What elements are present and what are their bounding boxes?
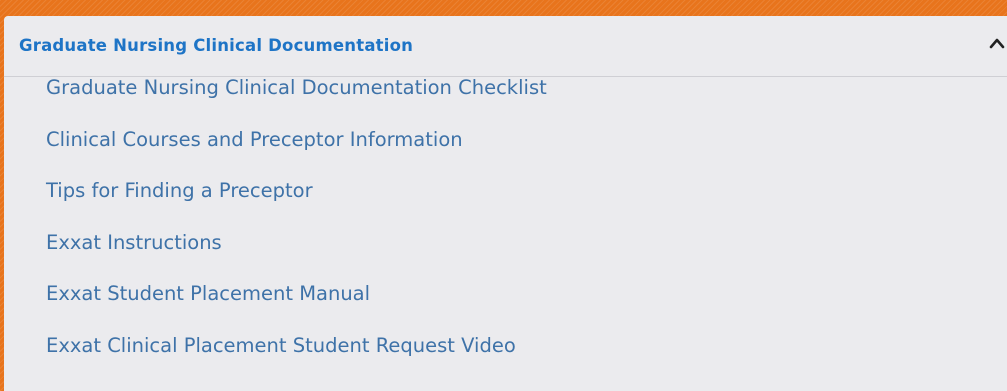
chevron-up-icon[interactable] — [989, 37, 1005, 49]
list-item: Graduate Nursing Clinical Documentation … — [46, 76, 547, 130]
list-item: Tips for Finding a Preceptor — [46, 179, 547, 233]
accordion-panel: Graduate Nursing Clinical Documentation … — [4, 16, 1007, 391]
accordion-header[interactable]: Graduate Nursing Clinical Documentation — [4, 16, 1007, 77]
list-item: Exxat Clinical Placement Student Request… — [46, 334, 547, 388]
exxat-request-video-link[interactable]: Exxat Clinical Placement Student Request… — [46, 334, 516, 358]
exxat-instructions-link[interactable]: Exxat Instructions — [46, 231, 222, 255]
finding-preceptor-tips-link[interactable]: Tips for Finding a Preceptor — [46, 179, 313, 203]
list-item: Clinical Courses and Preceptor Informati… — [46, 128, 547, 182]
exxat-placement-manual-link[interactable]: Exxat Student Placement Manual — [46, 282, 370, 306]
list-item: Exxat Student Placement Manual — [46, 282, 547, 336]
clinical-courses-preceptor-link[interactable]: Clinical Courses and Preceptor Informati… — [46, 128, 463, 152]
documentation-checklist-link[interactable]: Graduate Nursing Clinical Documentation … — [46, 76, 547, 100]
list-item: Exxat Instructions — [46, 231, 547, 285]
accordion-link-list: Graduate Nursing Clinical Documentation … — [46, 76, 547, 388]
accordion-title[interactable]: Graduate Nursing Clinical Documentation — [19, 36, 413, 55]
